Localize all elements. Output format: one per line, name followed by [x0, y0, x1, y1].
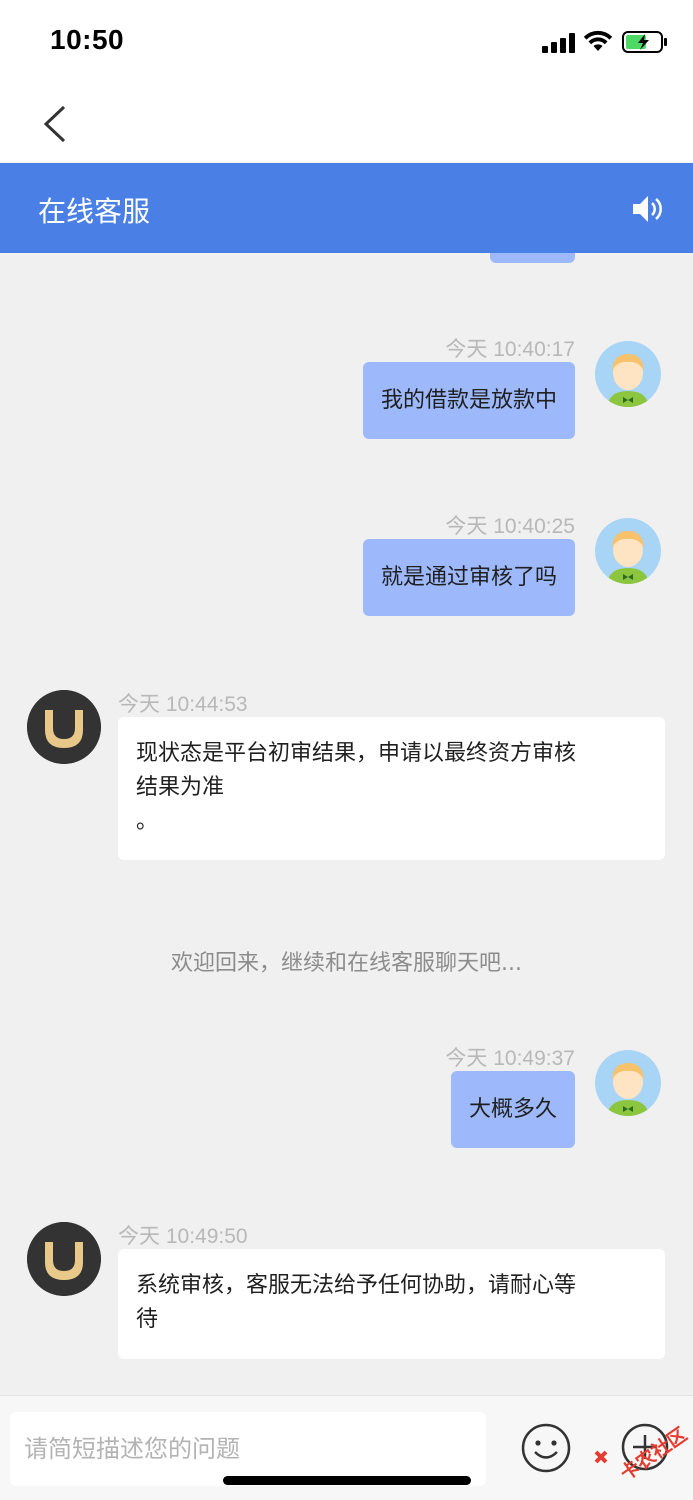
message-timestamp: 今天 10:40:25	[445, 515, 575, 538]
message-line: 待	[136, 1307, 159, 1332]
user-avatar[interactable]	[595, 1050, 661, 1116]
back-arrow-icon[interactable]	[38, 104, 70, 144]
message-line: 结果为准	[136, 775, 225, 800]
battery-icon	[622, 31, 667, 53]
user-avatar[interactable]	[595, 518, 661, 584]
message-timestamp: 今天 10:40:17	[445, 338, 575, 361]
user-avatar-icon	[595, 518, 661, 584]
message-timestamp: 今天 10:44:53	[118, 693, 248, 716]
message-timestamp: 今天 10:49:50	[118, 1225, 248, 1248]
emoji-icon[interactable]	[520, 1422, 572, 1474]
nav-bar	[0, 82, 693, 162]
agent-logo-icon	[27, 690, 101, 764]
user-avatar-icon	[595, 1050, 661, 1116]
chat-header: 在线客服	[0, 163, 693, 253]
header-title: 在线客服	[38, 195, 151, 228]
user-avatar[interactable]	[595, 341, 661, 407]
signal-icon	[542, 33, 576, 53]
wifi-icon	[583, 30, 613, 51]
watermark-text: 卡农社区	[616, 1423, 690, 1484]
message-input[interactable]	[10, 1412, 486, 1486]
agent-avatar[interactable]	[27, 690, 101, 764]
message-line: 。	[136, 809, 159, 834]
agent-avatar[interactable]	[27, 1222, 101, 1296]
home-indicator	[223, 1476, 471, 1485]
watermark-logo: 卡农社区	[594, 1423, 690, 1484]
user-message-bubble: 大概多久	[450, 1071, 575, 1148]
message-timestamp: 今天 10:49:37	[445, 1047, 575, 1070]
system-message: 欢迎回来，继续和在线客服聊天吧...	[171, 951, 522, 976]
agent-message-bubble: 系统审核，客服无法给予任何协助，请耐心等 待	[118, 1249, 665, 1359]
agent-logo-icon	[27, 1222, 101, 1296]
message-line: 系统审核，客服无法给予任何协助，请耐心等	[136, 1273, 577, 1298]
status-bar: 10:50	[0, 0, 693, 82]
agent-message-bubble: 现状态是平台初审结果，申请以最终资方审核 结果为准 。	[118, 717, 665, 860]
previous-message-fragment	[490, 253, 575, 263]
user-message-bubble: 我的借款是放款中	[362, 362, 575, 439]
status-time: 10:50	[50, 24, 125, 55]
message-line: 现状态是平台初审结果，申请以最终资方审核	[136, 741, 577, 766]
user-avatar-icon	[595, 341, 661, 407]
speaker-icon[interactable]	[630, 192, 666, 226]
user-message-bubble: 就是通过审核了吗	[362, 539, 575, 616]
